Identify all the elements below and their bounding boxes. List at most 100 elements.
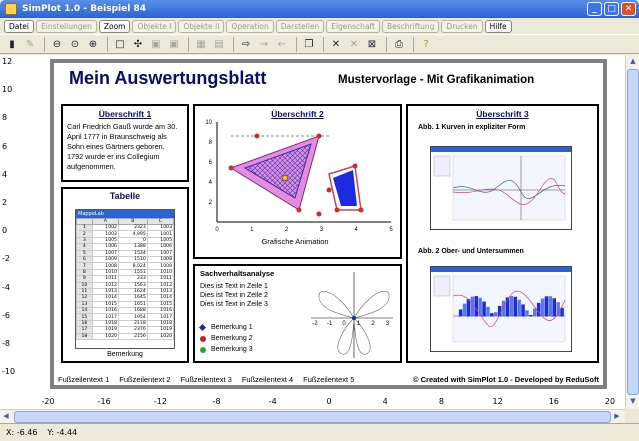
figure-1-caption: Abb. 1 Kurven in expliziter Form [418,124,526,131]
grid-icon[interactable]: ▦ [193,36,209,52]
note-3-label: Bemerkung 3 [211,346,253,353]
arrow-left-icon[interactable]: ← [274,36,290,52]
scroll-right-icon[interactable]: ▶ [611,410,623,423]
heading-3-box[interactable]: Überschrift 3 Abb. 1 Kurven in explizite… [406,104,599,363]
heading-2-box[interactable]: Überschrift 2 012345 10 8 6 4 2 Grafisch… [193,104,402,259]
sum-bar [490,313,494,317]
frame-icon[interactable]: ▣ [148,36,164,52]
sum-bar [517,299,521,317]
analysis-box[interactable]: Sachverhaltsanalyse Dies ist Text in Zei… [193,264,402,363]
print-icon[interactable]: ⎙ [391,36,407,52]
menu-darstellen[interactable]: Darstellen [275,19,325,33]
zoom-in-icon[interactable]: ⊕ [85,36,101,52]
toolbar: ▮ ✎ ⊖ ⊙ ⊕ □ ✣ ▣ ▣ ▦ ▤ ⇨ → ← ❐ ✕ ✕ ⊠ ⎙ ? [0,34,639,54]
x-tick-label: 8 [438,397,444,406]
menu-datei[interactable]: Datei [4,19,35,33]
heading-1-box[interactable]: Überschrift 1 Carl Friedrich Gauß wurde … [61,104,189,182]
spreadsheet-window[interactable]: MappeLab A B C 1 1002 2323 1003 2 1003 4,995 1001 3… [75,209,175,349]
delete-all-icon[interactable]: ✕ [346,36,362,52]
animation-graph: 0 1 2 3 4 5 10 8 6 4 2 Grafische Animation [205,120,393,246]
menu-drucken[interactable]: Drucken [441,19,483,33]
point-a [228,165,234,171]
y-tick-label: -6 [2,310,10,320]
spreadsheet-titlebar: MappeLab [76,210,174,218]
sum-bar [458,309,463,317]
worksheet[interactable]: Mein Auswertungsblatt Mustervorlage - Mi… [50,59,607,389]
zoom-icon[interactable]: ⊙ [67,36,83,52]
menu-objekte-1[interactable]: Objekte I [132,19,177,33]
point-d [296,207,302,213]
x-tick-label: -20 [41,397,55,406]
menu-einstellungen[interactable]: Einstellungen [36,19,97,33]
polar-tick: -2 [312,321,318,327]
table-icon[interactable]: ▤ [211,36,227,52]
footer-text-1: Fußzeilentext 1 [58,374,110,384]
heading-3-title: Überschrift 3 [476,109,529,119]
menu-eigenschaft[interactable]: Eigenschaft [326,19,380,33]
note-2: Bemerkung 2 [200,335,253,342]
table-title: Tabelle [109,191,141,201]
maximize-button[interactable]: □ [604,2,619,16]
footer-text-5: Fußzeilentext 5 [303,374,355,384]
point-b [254,133,260,139]
vertical-scrollbar[interactable]: ▲ ▼ [625,55,639,409]
heading-1-title: Überschrift 1 [98,109,152,119]
help-icon[interactable]: ? [418,36,434,52]
graph-x-tick: 4 [355,227,359,233]
sum-bar [486,306,490,317]
row-header: 18 [76,332,93,341]
sheet-footer: Fußzeilentext 1 Fußzeilentext 2 Fußzeile… [58,370,599,388]
table-cell: 1020 [146,332,174,341]
close-button[interactable]: ✕ [621,2,636,16]
x-tick-label: -4 [268,397,277,406]
analysis-line-2: Dies ist Text in Zeile 2 [200,292,268,299]
sum-bar [455,316,459,317]
polar-tick: 2 [371,321,375,327]
note-2-marker [200,335,206,342]
scroll-left-icon[interactable]: ◀ [0,410,12,423]
polar-tick: 1 [357,321,361,327]
menu-operation[interactable]: Operation [226,19,274,33]
move-icon[interactable]: ✣ [130,36,146,52]
horizontal-scrollbar[interactable]: ◀ ▶ [0,409,625,423]
y-tick-label: 2 [2,198,8,207]
sum-bar [548,296,553,317]
analysis-line-1: Dies ist Text in Zeile 1 [200,283,268,290]
calculator-icon[interactable]: ▮ [4,36,20,52]
export-icon[interactable]: ⇨ [238,36,254,52]
x-tick-label: 20 [604,397,616,406]
scroll-down-icon[interactable]: ▼ [627,395,639,408]
figure-1-plot [433,155,566,221]
status-bar: X: -6.46 Y: -4.44 [0,423,639,441]
zoom-out-icon[interactable]: ⊖ [49,36,65,52]
x-tick-label: 4 [382,397,388,406]
table-box[interactable]: Tabelle MappeLab A B C 1 1002 2323 1003 2 1003 4,… [61,187,189,363]
delete-selection-icon[interactable]: ⊠ [364,36,380,52]
y-tick-label: 8 [2,113,8,123]
toolbar-separator [188,36,189,52]
copy-icon[interactable]: ❐ [301,36,317,52]
arrow-right-icon[interactable]: → [256,36,272,52]
y-tick-label: 6 [2,141,8,151]
menu-beschriftung[interactable]: Beschriftung [381,19,440,33]
pen-icon[interactable]: ✎ [22,36,38,52]
delete-icon[interactable]: ✕ [328,36,344,52]
menu-zoom[interactable]: Zoom [98,19,131,33]
point-j [334,207,340,213]
vertical-scroll-thumb[interactable] [627,69,639,395]
sum-bar [478,297,482,317]
sum-bar [509,296,514,317]
menu-hilfe[interactable]: Hilfe [484,19,512,33]
minimize-button[interactable]: _ [587,2,602,16]
x-tick-label: -8 [212,397,221,406]
frame-alt-icon[interactable]: ▣ [166,36,182,52]
rectangle-icon[interactable]: □ [112,36,128,52]
horizontal-scroll-thumb[interactable] [14,411,611,423]
menu-objekte-2[interactable]: Objekte II [178,19,225,33]
footer-text-2: Fußzeilentext 2 [119,374,171,384]
heading-1-text: Carl Friedrich Gauß wurde am 30. April 1… [67,122,178,171]
table-cell: 2156 [117,332,148,341]
scroll-up-icon[interactable]: ▲ [627,55,639,68]
point-g [326,187,332,193]
sum-bar [474,296,478,317]
